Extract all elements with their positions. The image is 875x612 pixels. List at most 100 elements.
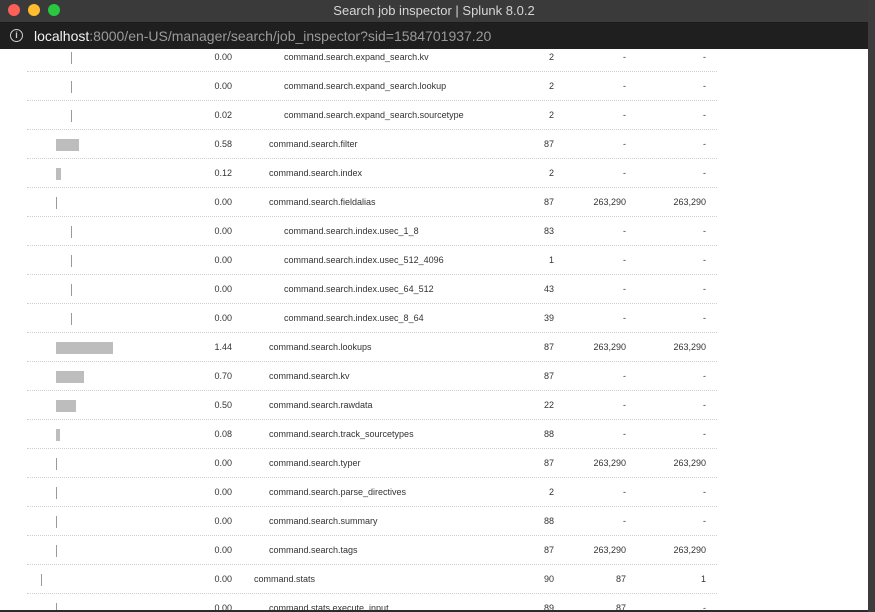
duration-cell: 0.00 [214, 52, 232, 62]
duration-cell: 0.00 [214, 81, 232, 91]
invocations-cell: 88 [543, 429, 554, 439]
input-count-cell: 263,290 [593, 458, 626, 468]
input-count-cell: - [623, 429, 626, 439]
input-count-cell: - [623, 110, 626, 120]
invocations-cell: 39 [543, 313, 554, 323]
duration-bar [56, 139, 79, 151]
input-count-cell: 263,290 [593, 342, 626, 352]
duration-bar [71, 255, 72, 267]
component-cell: command.search.tags [269, 545, 358, 555]
component-cell: command.search.fieldalias [269, 197, 376, 207]
row-separator [27, 361, 717, 362]
output-count-cell: - [703, 400, 706, 410]
info-icon[interactable]: i [10, 29, 23, 42]
duration-bar [56, 400, 76, 412]
duration-bar [71, 226, 72, 238]
input-count-cell: - [623, 284, 626, 294]
duration-cell: 0.00 [214, 603, 232, 610]
duration-bar [56, 516, 57, 528]
output-count-cell: - [703, 255, 706, 265]
input-count-cell: - [623, 52, 626, 62]
url-host: localhost [34, 28, 90, 44]
output-count-cell: - [703, 168, 706, 178]
row-separator [27, 303, 717, 304]
duration-bar [56, 458, 57, 470]
component-cell: command.search.index [269, 168, 363, 178]
row-separator [27, 535, 717, 536]
address-bar[interactable]: i localhost:8000/en-US/manager/search/jo… [0, 23, 868, 49]
duration-cell: 0.00 [214, 313, 232, 323]
row-separator [27, 448, 717, 449]
component-cell: command.search.kv [269, 371, 350, 381]
input-count-cell: - [623, 139, 626, 149]
duration-bar [56, 429, 60, 441]
window-edge [868, 0, 875, 612]
invocations-cell: 1 [548, 255, 554, 265]
output-count-cell: - [703, 603, 706, 610]
duration-bar [71, 81, 72, 93]
output-count-cell: - [703, 139, 706, 149]
invocations-cell: 90 [543, 574, 554, 584]
duration-bar [71, 313, 72, 325]
invocations-cell: 88 [543, 516, 554, 526]
component-cell: command.search.track_sourcetypes [269, 429, 414, 439]
invocations-cell: 87 [543, 139, 554, 149]
duration-cell: 0.12 [214, 168, 232, 178]
row-separator [27, 100, 717, 101]
output-count-cell: 263,290 [673, 545, 706, 555]
duration-cell: 0.08 [214, 429, 232, 439]
duration-cell: 0.00 [214, 197, 232, 207]
row-separator [27, 216, 717, 217]
url-path: :8000/en-US/manager/search/job_inspector… [89, 28, 492, 44]
row-separator [27, 129, 717, 130]
duration-bar [56, 371, 84, 383]
component-cell: command.stats [254, 574, 316, 584]
duration-bar [56, 603, 57, 610]
input-count-cell: - [623, 313, 626, 323]
component-cell: command.search.summary [269, 516, 378, 526]
duration-cell: 0.02 [214, 110, 232, 120]
invocations-cell: 43 [543, 284, 554, 294]
output-count-cell: - [703, 516, 706, 526]
output-count-cell: - [703, 487, 706, 497]
output-count-cell: 263,290 [673, 458, 706, 468]
output-count-cell: - [703, 52, 706, 62]
execution-costs-table: 0.00 command.search.expand_search.kv 2 - - 0.… [0, 49, 868, 610]
row-separator [27, 593, 717, 594]
url-text[interactable]: localhost:8000/en-US/manager/search/job_… [34, 28, 491, 44]
invocations-cell: 2 [548, 81, 554, 91]
row-separator [27, 158, 717, 159]
component-cell: command.search.typer [269, 458, 361, 468]
duration-cell: 0.58 [214, 139, 232, 149]
invocations-cell: 2 [548, 168, 554, 178]
input-count-cell: - [623, 516, 626, 526]
component-cell: command.search.expand_search.sourcetype [284, 110, 464, 120]
row-separator [27, 390, 717, 391]
invocations-cell: 87 [543, 342, 554, 352]
row-separator [27, 506, 717, 507]
output-count-cell: - [703, 81, 706, 91]
duration-cell: 1.44 [214, 342, 232, 352]
invocations-cell: 2 [548, 487, 554, 497]
output-count-cell: - [703, 226, 706, 236]
invocations-cell: 22 [543, 400, 554, 410]
invocations-cell: 2 [548, 52, 554, 62]
component-cell: command.search.filter [269, 139, 358, 149]
row-separator [27, 245, 717, 246]
output-count-cell: 1 [700, 574, 706, 584]
row-separator [27, 187, 717, 188]
component-cell: command.search.index.usec_512_4096 [284, 255, 444, 265]
row-separator [27, 419, 717, 420]
component-cell: command.search.parse_directives [269, 487, 407, 497]
input-count-cell: - [623, 81, 626, 91]
invocations-cell: 89 [543, 603, 554, 610]
component-cell: command.search.lookups [269, 342, 372, 352]
window-title: Search job inspector | Splunk 8.0.2 [333, 3, 535, 18]
invocations-cell: 83 [543, 226, 554, 236]
input-count-cell: - [623, 255, 626, 265]
input-count-cell: - [623, 371, 626, 381]
duration-bar [56, 168, 61, 180]
input-count-cell: 263,290 [593, 197, 626, 207]
duration-cell: 0.00 [214, 574, 232, 584]
input-count-cell: - [623, 226, 626, 236]
